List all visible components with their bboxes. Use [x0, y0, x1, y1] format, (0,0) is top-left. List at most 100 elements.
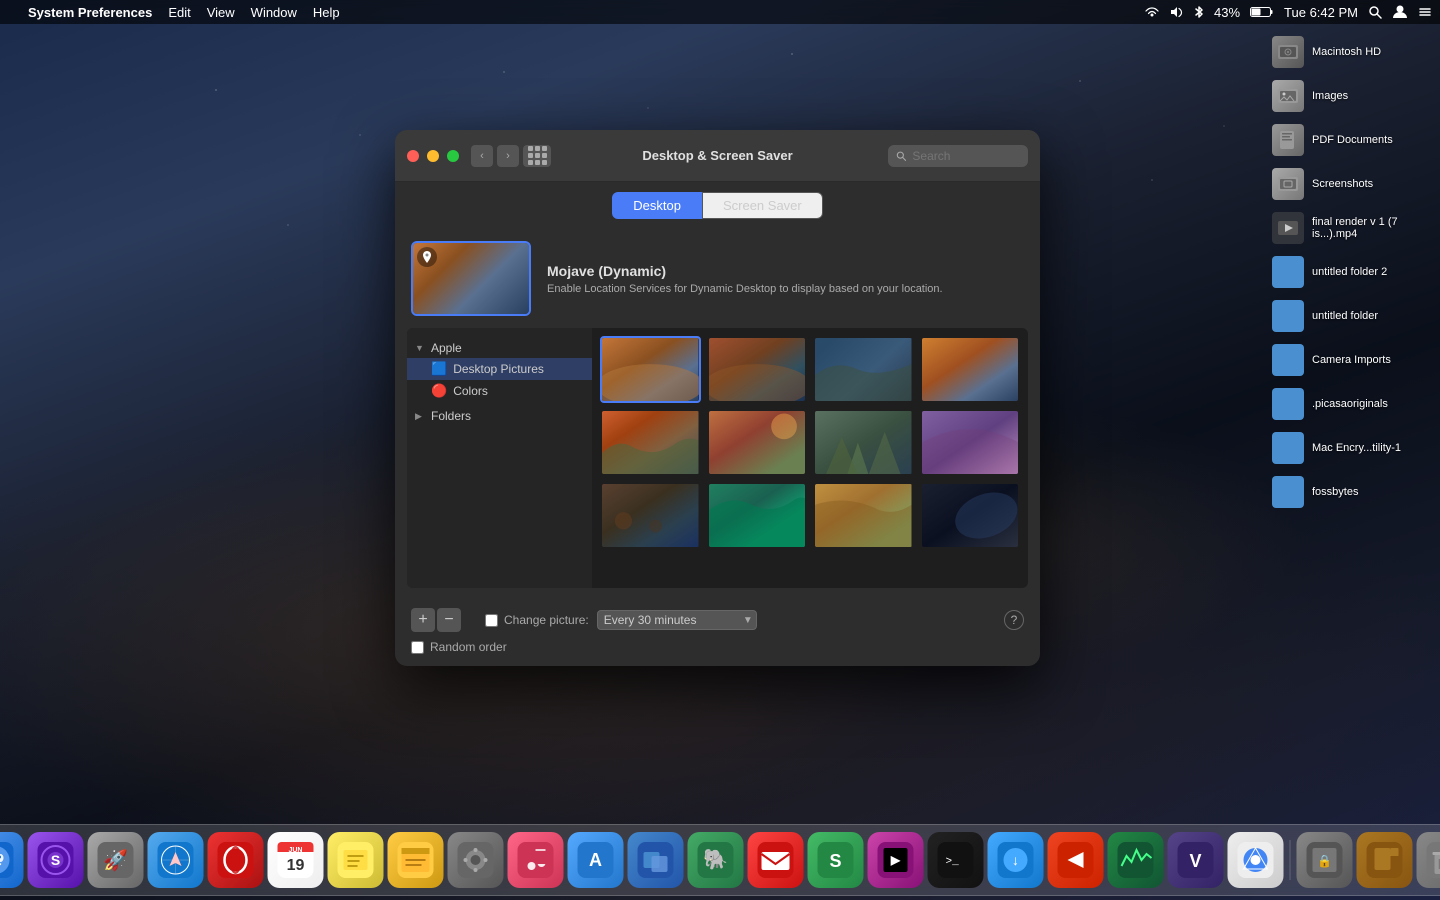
dock-aria[interactable]: ↓ — [988, 832, 1044, 888]
svg-text:19: 19 — [287, 857, 305, 874]
sidebar-item-macintosh-hd[interactable]: Macintosh HD — [1264, 32, 1436, 72]
sidebar-item-screenshots[interactable]: Screenshots — [1264, 164, 1436, 204]
wifi-icon[interactable] — [1144, 6, 1160, 18]
menu-view[interactable]: View — [207, 5, 235, 20]
screenshots-icon — [1272, 168, 1304, 200]
dock-itunes[interactable] — [508, 832, 564, 888]
user-icon[interactable] — [1392, 4, 1408, 20]
dock-system-preferences[interactable] — [448, 832, 504, 888]
mac-encry-icon — [1272, 432, 1304, 464]
dock-jetbrains[interactable]: ▶ — [868, 832, 924, 888]
dock-notes[interactable] — [328, 832, 384, 888]
grid-view-button[interactable] — [523, 145, 551, 167]
menu-system-preferences[interactable]: System Preferences — [28, 5, 152, 20]
sidebar-item-fossbytes[interactable]: fossbytes — [1264, 472, 1436, 512]
spotlight-icon[interactable] — [1368, 5, 1382, 19]
svg-text:↓: ↓ — [1012, 852, 1019, 868]
interval-select[interactable]: Every 5 secondsEvery 1 minuteEvery 5 min… — [597, 610, 757, 630]
dock-terminal[interactable]: >_ — [928, 832, 984, 888]
thumb-high-sierra-light[interactable] — [920, 336, 1021, 403]
tab-screen-saver[interactable]: Screen Saver — [702, 192, 823, 219]
thumb-sierra-2[interactable] — [707, 409, 808, 476]
traffic-lights — [407, 150, 459, 162]
tree-apple-header[interactable]: ▼ Apple — [407, 338, 592, 358]
menu-help[interactable]: Help — [313, 5, 340, 20]
sidebar-item-pdf[interactable]: PDF Documents — [1264, 120, 1436, 160]
dock-calendar[interactable]: JUN 19 — [268, 832, 324, 888]
menu-bar: System Preferences Edit View Window Help… — [0, 0, 1440, 24]
thumb-high-sierra-dark[interactable] — [813, 336, 914, 403]
dock-filethief[interactable] — [1357, 832, 1413, 888]
dock-chrome[interactable] — [1228, 832, 1284, 888]
dock-launchpad[interactable]: 🚀 — [88, 832, 144, 888]
search-input[interactable] — [912, 149, 1020, 163]
thumb-yosemite-1[interactable] — [813, 409, 914, 476]
untitled-icon — [1272, 300, 1304, 332]
tree-folders-header[interactable]: ▶ Folders — [407, 406, 592, 426]
add-button[interactable]: + — [411, 608, 435, 632]
dock-vekta[interactable]: V — [1168, 832, 1224, 888]
tree-desktop-pictures[interactable]: 🟦 Desktop Pictures — [407, 358, 592, 380]
close-button[interactable] — [407, 150, 419, 162]
thumb-wave-sand[interactable] — [813, 482, 914, 549]
sidebar-item-camera[interactable]: Camera Imports — [1264, 340, 1436, 380]
dock-safari[interactable] — [148, 832, 204, 888]
sidebar-item-mac-encry[interactable]: Mac Encry...tility-1 — [1264, 428, 1436, 468]
menu-edit[interactable]: Edit — [168, 5, 190, 20]
sidebar-item-untitled2[interactable]: untitled folder 2 — [1264, 252, 1436, 292]
dock-tableplus[interactable]: 🐘 — [688, 832, 744, 888]
menu-window[interactable]: Window — [251, 5, 297, 20]
tree-colors[interactable]: 🔴 Colors — [407, 380, 592, 402]
remove-button[interactable]: − — [437, 608, 461, 632]
itunes-icon — [518, 842, 554, 878]
sidebar-item-picasa[interactable]: .picasaoriginals — [1264, 384, 1436, 424]
thumb-yosemite-2-img — [922, 411, 1019, 474]
volume-icon[interactable] — [1170, 6, 1184, 18]
back-button[interactable]: ‹ — [471, 145, 493, 167]
help-button[interactable]: ? — [1004, 610, 1024, 630]
maximize-button[interactable] — [447, 150, 459, 162]
dock-sheets[interactable]: S — [808, 832, 864, 888]
dock-finder[interactable] — [0, 832, 24, 888]
thumb-space-blue[interactable] — [920, 482, 1021, 549]
sidebar-item-images[interactable]: Images — [1264, 76, 1436, 116]
filethief-icon — [1367, 842, 1403, 878]
random-order-checkbox[interactable] — [411, 641, 424, 654]
calendar-icon: JUN 19 — [278, 842, 314, 878]
dock-stickies[interactable] — [388, 832, 444, 888]
sidebar-item-video[interactable]: final render v 1 (7 is...).mp4 — [1264, 208, 1436, 248]
dock-siri[interactable]: S — [28, 832, 84, 888]
dock-gmail[interactable] — [748, 832, 804, 888]
camera-label: Camera Imports — [1312, 354, 1391, 366]
sidebar-item-untitled[interactable]: untitled folder — [1264, 296, 1436, 336]
dock-app-store[interactable]: A — [568, 832, 624, 888]
thumb-mojave-light[interactable] — [707, 336, 808, 403]
siri-icon: S — [38, 842, 74, 878]
picasa-label: .picasaoriginals — [1312, 398, 1388, 410]
svg-text:🔒: 🔒 — [1317, 854, 1332, 868]
dock-virtualbox[interactable] — [628, 832, 684, 888]
tab-desktop[interactable]: Desktop — [612, 192, 702, 219]
dock-activity-monitor[interactable] — [1108, 832, 1164, 888]
search-box[interactable] — [888, 145, 1028, 167]
change-picture-checkbox[interactable] — [485, 614, 498, 627]
stickies-icon — [398, 842, 434, 878]
untitled2-icon — [1272, 256, 1304, 288]
bluetooth-icon[interactable] — [1194, 5, 1204, 19]
change-picture-checkbox-wrap: Change picture: — [485, 613, 589, 627]
dock-cracker[interactable]: 🔒 — [1297, 832, 1353, 888]
dock-trash[interactable] — [1417, 832, 1440, 888]
thumb-mojave-dynamic[interactable] — [600, 336, 701, 403]
minimize-button[interactable] — [427, 150, 439, 162]
dock-opera[interactable] — [208, 832, 264, 888]
svg-text:▶: ▶ — [890, 853, 901, 867]
thumb-sierra-1[interactable] — [600, 409, 701, 476]
tableplus-icon: 🐘 — [698, 842, 734, 878]
thumb-yosemite-2[interactable] — [920, 409, 1021, 476]
thumb-wave-green[interactable] — [707, 482, 808, 549]
dock-dragdrop[interactable] — [1048, 832, 1104, 888]
thumb-el-capitan-1[interactable] — [600, 482, 701, 549]
forward-button[interactable]: › — [497, 145, 519, 167]
images-label: Images — [1312, 90, 1348, 102]
notification-icon[interactable] — [1418, 5, 1432, 19]
